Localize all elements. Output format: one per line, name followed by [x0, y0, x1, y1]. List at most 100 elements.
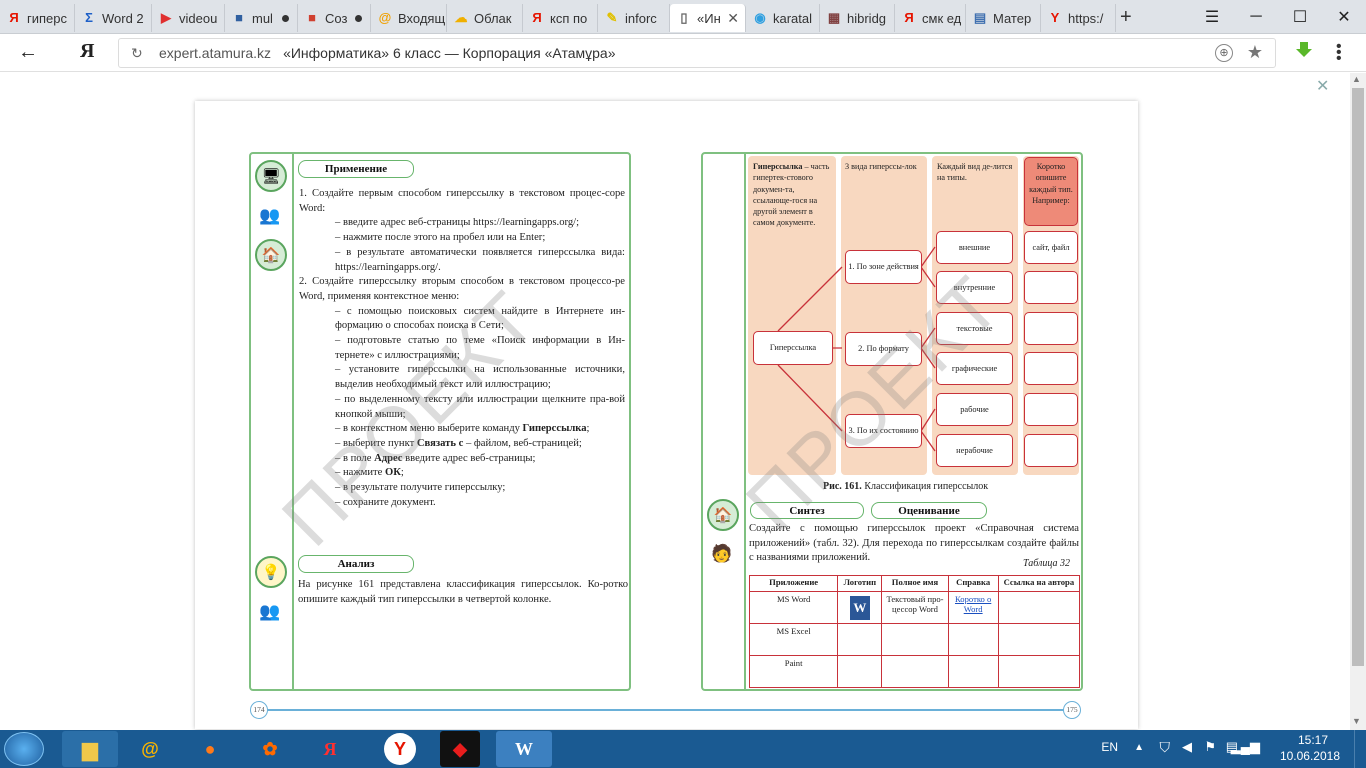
table-cell: [997, 655, 1081, 688]
root-hyperlink-box: Гиперссылка: [753, 331, 833, 365]
applications-table: Приложение Логотип Полное имя Справка Ссылка…: [748, 575, 1081, 688]
close-tab-icon[interactable]: ✕: [727, 10, 739, 27]
application-item: – подготовьте статью по теме «Поиск инфо…: [335, 335, 625, 361]
type-description-box: [1024, 393, 1078, 426]
maximize-button[interactable]: ☐: [1278, 0, 1322, 34]
tabs-menu-icon[interactable]: ☰: [1190, 0, 1234, 34]
analysis-text: На рисунке 161 представлена классификаци…: [298, 579, 628, 605]
type-description-box: [1024, 271, 1078, 304]
help-link[interactable]: Коротко о Word: [955, 594, 991, 614]
hyperlink-type-box: графические: [936, 352, 1013, 385]
tab-7[interactable]: Яксп по: [523, 4, 598, 32]
signal-icon[interactable]: ▂▄▆: [1231, 739, 1260, 755]
yandex-icon[interactable]: Y: [384, 733, 416, 765]
tab-9[interactable]: ▯ «Ин ✕: [670, 4, 746, 32]
file-icon: ▤: [973, 10, 987, 25]
tab-14[interactable]: Yhttps:/: [1041, 4, 1116, 32]
tab-6[interactable]: ☁ Облак: [447, 4, 523, 32]
show-desktop-button[interactable]: [1354, 730, 1366, 768]
yandex-icon: Я: [532, 10, 542, 25]
tab-label: гиперс: [27, 10, 68, 26]
circle-icon: ◉: [754, 10, 766, 25]
figure-caption: Рис. 161. Классификация гиперссылок: [823, 481, 988, 492]
shield-icon[interactable]: ⛉: [1160, 739, 1171, 756]
tab-label: karatal: [773, 10, 813, 26]
cell-text: MS Word: [776, 594, 811, 604]
close-viewer-icon[interactable]: ✕: [1316, 76, 1329, 96]
table-label: Таблица 32: [1023, 558, 1070, 569]
table-row: MS Excel: [748, 623, 1081, 656]
yandex-logo[interactable]: Я: [80, 40, 94, 63]
tab-10[interactable]: ◉ karatal: [746, 4, 820, 32]
book-spread: 🖥 👥 🏠 💡 👥 Применение 1. Создайте первым …: [195, 101, 1138, 729]
people-icon: 👥: [259, 206, 281, 225]
tab-label: inforc: [625, 10, 657, 26]
tab-label: ксп по: [550, 10, 588, 26]
tab-4[interactable]: ■ Соз: [298, 4, 371, 32]
play-icon: ▶: [161, 10, 171, 25]
volume-icon[interactable]: ◀: [1182, 739, 1192, 755]
yandex-y-icon: Y: [1050, 10, 1060, 25]
firefox-icon[interactable]: ●: [182, 731, 238, 767]
media-player-icon[interactable]: ✿: [242, 731, 298, 767]
type-description-box: [1024, 434, 1078, 467]
back-arrow-icon[interactable]: ←: [18, 41, 38, 64]
tray-expand-icon[interactable]: ▲: [1134, 742, 1144, 753]
tab-2[interactable]: ▶ videou: [152, 4, 225, 32]
cell-text: MS Excel: [776, 626, 811, 636]
tab-label: Облак: [474, 10, 512, 26]
footer-line: [267, 709, 1065, 711]
hyperlink-type-box: нерабочие: [936, 434, 1013, 467]
minimize-button[interactable]: ─: [1234, 0, 1278, 34]
new-tab-button[interactable]: +: [1120, 6, 1132, 29]
yandex-browser-icon[interactable]: Я: [302, 731, 358, 767]
flag-icon[interactable]: ⚑: [1204, 739, 1216, 755]
evaluation-heading: Оценивание: [871, 502, 987, 519]
application-text: 1. Создайте первым способом гиперссылку …: [299, 187, 625, 510]
application-item: 1. Создайте первым способом гиперссылку …: [299, 188, 625, 214]
application-item: – в результате получите гиперссылку;: [335, 482, 506, 494]
tab-13[interactable]: ▤ Матер: [966, 4, 1041, 32]
scroll-down-icon[interactable]: ▼: [1352, 716, 1361, 726]
globe-icon[interactable]: ⊕: [1215, 44, 1233, 62]
download-icon[interactable]: [1294, 40, 1314, 60]
caption-text: Классификация гиперссылок: [864, 481, 989, 492]
col1-header-text: – часть гипертек-стового докумен-та, ссы…: [753, 162, 830, 228]
url-field[interactable]: ↻ expert.atamura.kz «Информатика» 6 класс…: [118, 38, 1276, 68]
tab-label: videou: [179, 10, 218, 26]
home-icon: 🏠: [707, 499, 739, 531]
bookmark-star-icon[interactable]: ★: [1247, 42, 1263, 63]
word-icon[interactable]: W: [496, 731, 552, 767]
type-description-box: [1024, 312, 1078, 345]
menu-icon[interactable]: • • •: [1336, 39, 1342, 67]
tab-8[interactable]: ✎ inforc: [598, 4, 670, 32]
tab-1[interactable]: Σ Word 2: [75, 4, 152, 32]
file-explorer-icon[interactable]: ▆: [62, 731, 118, 767]
reload-icon[interactable]: ↻: [131, 45, 143, 62]
close-window-button[interactable]: ✕: [1322, 0, 1366, 34]
table-cell: MS Word: [748, 591, 839, 624]
start-button[interactable]: [4, 732, 44, 766]
tab-5[interactable]: @ Входящ: [371, 4, 447, 32]
scrollbar-thumb[interactable]: [1352, 88, 1364, 666]
clock-time[interactable]: 15:17: [1298, 733, 1328, 747]
synthesis-heading: Синтез: [750, 502, 864, 519]
scroll-up-icon[interactable]: ▲: [1352, 74, 1361, 84]
garena-icon[interactable]: ◆: [440, 731, 480, 767]
page-title: «Информатика» 6 класс — Корпорация «Атам…: [283, 45, 616, 61]
tab-12[interactable]: Ясмк ед: [895, 4, 966, 32]
tab-0[interactable]: Ягиперс: [0, 4, 75, 32]
table-header-cell: Логотип: [837, 575, 883, 592]
col1-header-bold: Гиперссылка: [753, 162, 803, 171]
clock-date[interactable]: 10.06.2018: [1280, 749, 1340, 763]
hyperlink-type-box: внешние: [936, 231, 1013, 264]
tab-3[interactable]: ■ mul: [225, 4, 298, 32]
mail-icon[interactable]: @: [122, 731, 178, 767]
hyperlink-type-box: внутренние: [936, 271, 1013, 304]
hyperlink-kind-box: 3. По их состоянию: [845, 414, 922, 448]
tab-11[interactable]: ▦ hibridg: [820, 4, 895, 32]
col1-header: Гиперссылка – часть гипертек-стового док…: [753, 161, 833, 229]
cloud-icon: ☁: [454, 10, 468, 25]
language-indicator[interactable]: EN: [1101, 740, 1118, 754]
table-cell: Коротко о Word: [947, 591, 999, 624]
